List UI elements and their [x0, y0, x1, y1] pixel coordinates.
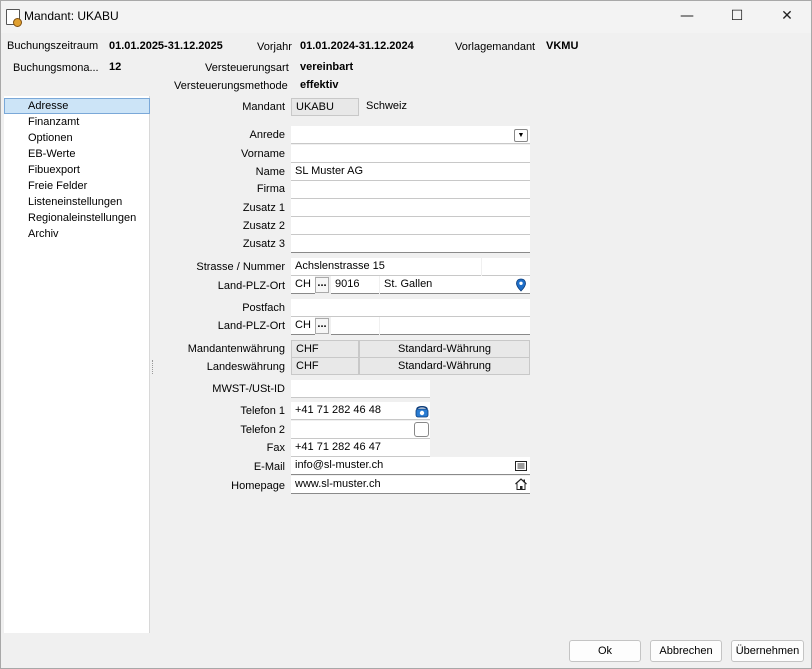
telefon1-input[interactable]: +41 71 282 46 48 — [291, 402, 430, 420]
nav-item-optionen[interactable]: Optionen — [4, 130, 150, 146]
nav-item-fibuexport[interactable]: Fibuexport — [4, 162, 150, 178]
mandantenwaehrung-label: Mandantenwährung — [187, 343, 285, 355]
nav-item-listeneinstellungen[interactable]: Listeneinstellungen — [4, 194, 150, 210]
mandant-field: UKABU — [291, 98, 359, 116]
vorlagemandant-value: VKMU — [546, 40, 579, 52]
buchungszeitraum-value: 01.01.2025-31.12.2025 — [109, 40, 223, 52]
postfach-input[interactable] — [291, 299, 530, 317]
nav-item-regionaleinstellungen[interactable]: Regionaleinstellungen — [4, 210, 150, 226]
cancel-button[interactable]: Abbrechen — [650, 640, 722, 662]
mandant-label: Mandant — [242, 101, 285, 113]
ok-button[interactable]: Ok — [569, 640, 641, 662]
vorname-label: Vorname — [240, 148, 285, 160]
versteuerungsart-label: Versteuerungsart — [205, 62, 289, 74]
telefon1-label: Telefon 1 — [240, 405, 285, 417]
zusatz2-label: Zusatz 2 — [242, 220, 285, 232]
ort2-input[interactable] — [380, 317, 530, 335]
zusatz1-input[interactable] — [291, 199, 530, 217]
firma-label: Firma — [256, 183, 285, 195]
zusatz3-label: Zusatz 3 — [242, 238, 285, 250]
ort-input[interactable]: St. Gallen — [380, 276, 530, 294]
zusatz2-input[interactable] — [291, 217, 530, 235]
vorlagemandant-label: Vorlagemandant — [455, 41, 536, 53]
mandantenwaehrung-code: CHF — [291, 340, 359, 358]
land2-lookup-button[interactable]: ... — [315, 318, 329, 334]
nav-panel: Adresse Finanzamt Optionen EB-Werte Fibu… — [4, 96, 150, 633]
strasse-input[interactable]: Achslenstrasse 15 — [291, 258, 481, 276]
plz2-input[interactable] — [331, 317, 379, 335]
vorjahr-value: 01.01.2024-31.12.2024 — [300, 40, 414, 52]
email-input[interactable]: info@sl-muster.ch — [291, 457, 530, 475]
vorjahr-label: Vorjahr — [257, 41, 292, 53]
landeswaehrung-desc: Standard-Währung — [359, 357, 530, 375]
telefon2-label: Telefon 2 — [240, 424, 285, 436]
landeswaehrung-label: Landeswährung — [206, 361, 285, 373]
maximize-button[interactable]: ☐ — [714, 0, 760, 33]
zusatz3-input[interactable] — [291, 235, 530, 253]
map-pin-icon[interactable] — [514, 278, 528, 292]
versteuerungsmethode-value: effektiv — [300, 79, 339, 91]
mandant-country: Schweiz — [366, 100, 407, 112]
buchungsmonat-label: Buchungsmona... — [13, 62, 99, 74]
checkbox-icon[interactable] — [414, 422, 429, 437]
name-label: Name — [255, 166, 285, 178]
plz-input[interactable]: 9016 — [331, 276, 379, 294]
zusatz1-label: Zusatz 1 — [242, 202, 285, 214]
nav-item-archiv[interactable]: Archiv — [4, 226, 150, 242]
apply-button[interactable]: Übernehmen — [731, 640, 804, 662]
app-icon — [6, 9, 22, 27]
mwst-label: MWST-/USt-ID — [212, 383, 285, 395]
email-icon[interactable] — [514, 459, 528, 473]
versteuerungsart-value: vereinbart — [300, 61, 354, 73]
minimize-button[interactable]: — — [664, 0, 710, 33]
name-input[interactable]: SL Muster AG — [291, 163, 530, 181]
versteuerungsmethode-label: Versteuerungsmethode — [174, 80, 288, 92]
land-plz-ort-label: Land-PLZ-Ort — [217, 280, 285, 292]
anrede-select[interactable] — [291, 126, 530, 144]
mwst-input[interactable] — [291, 380, 430, 398]
land-plz-ort2-label: Land-PLZ-Ort — [217, 320, 285, 332]
hausnummer-input[interactable] — [482, 258, 530, 276]
vorname-input[interactable] — [291, 145, 530, 163]
strasse-label: Strasse / Nummer — [196, 261, 285, 273]
buchungszeitraum-label: Buchungszeitraum — [7, 40, 99, 52]
buchungsmonat-value: 12 — [109, 61, 122, 73]
window-title: Mandant: UKABU — [24, 9, 119, 23]
nav-item-freie-felder[interactable]: Freie Felder — [4, 178, 150, 194]
splitter-grip[interactable] — [152, 360, 155, 374]
nav-item-eb-werte[interactable]: EB-Werte — [4, 146, 150, 162]
chevron-down-icon[interactable]: ▼ — [514, 129, 528, 142]
nav-item-adresse[interactable]: Adresse — [4, 98, 150, 114]
land-input[interactable]: CH — [291, 276, 315, 294]
fax-input[interactable]: +41 71 282 46 47 — [291, 439, 430, 457]
email-label: E-Mail — [253, 461, 285, 473]
landeswaehrung-code: CHF — [291, 357, 359, 375]
land2-input[interactable]: CH — [291, 317, 315, 335]
land-lookup-button[interactable]: ... — [315, 277, 329, 293]
mandantenwaehrung-desc: Standard-Währung — [359, 340, 530, 358]
close-button[interactable]: ✕ — [764, 0, 810, 33]
anrede-label: Anrede — [249, 129, 285, 141]
nav-item-finanzamt[interactable]: Finanzamt — [4, 114, 150, 130]
homepage-label: Homepage — [231, 480, 285, 492]
phone-icon[interactable] — [415, 404, 429, 418]
home-icon[interactable] — [514, 477, 528, 491]
firma-input[interactable] — [291, 181, 530, 199]
postfach-label: Postfach — [242, 302, 285, 314]
homepage-input[interactable]: www.sl-muster.ch — [291, 476, 530, 494]
fax-label: Fax — [266, 442, 285, 454]
telefon2-input[interactable] — [291, 421, 430, 439]
title-bar: Mandant: UKABU — ☐ ✕ — [0, 0, 812, 33]
